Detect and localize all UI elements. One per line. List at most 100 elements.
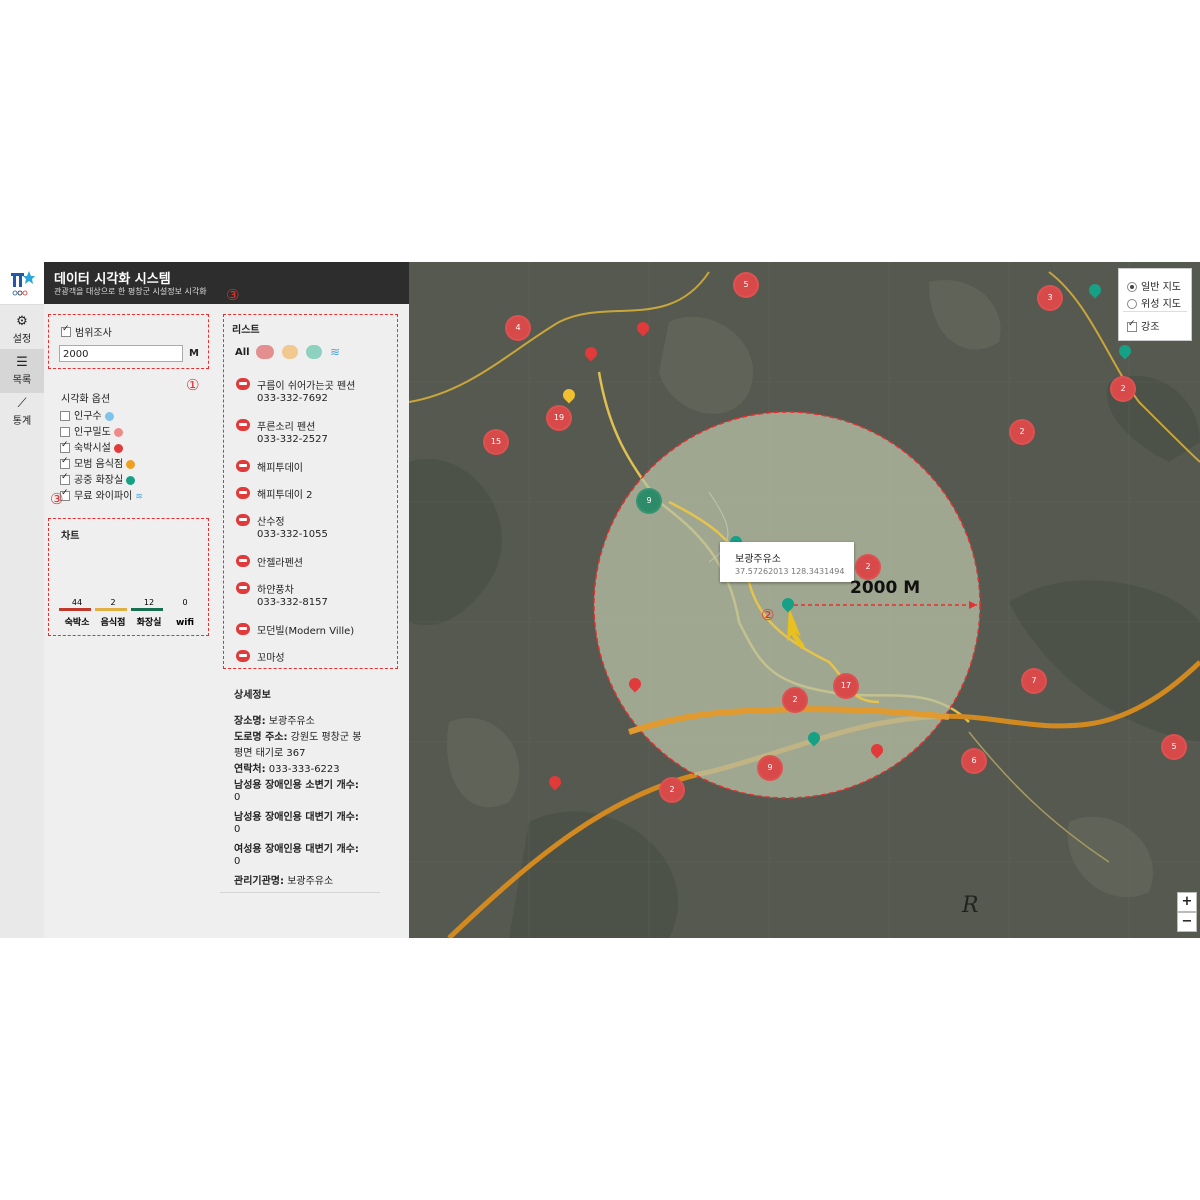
- cluster-marker[interactable]: 2: [1110, 376, 1136, 402]
- layer-option-satellite[interactable]: 위성 지도: [1127, 295, 1181, 310]
- list-item-phone: 033-332-2527: [257, 434, 328, 445]
- detail-label: 장소명:: [234, 716, 266, 727]
- radius-label: 2000 M: [850, 578, 921, 598]
- range-unit: M: [189, 348, 199, 359]
- cluster-marker[interactable]: 5: [733, 272, 759, 298]
- list-item-name: 모던빌(Modern Ville): [257, 626, 355, 637]
- filter-all[interactable]: All: [235, 347, 250, 358]
- cluster-marker[interactable]: 15: [483, 429, 509, 455]
- filter-restaurant-icon[interactable]: [282, 345, 298, 359]
- viz-option-lodging[interactable]: 숙박시설: [60, 439, 123, 454]
- cluster-marker[interactable]: 2: [782, 687, 808, 713]
- zoom-in-button[interactable]: +: [1177, 892, 1197, 912]
- detail-value: 보광주유소: [287, 876, 334, 887]
- zoom-out-button[interactable]: −: [1177, 912, 1197, 932]
- rail-item-label: 통계: [12, 416, 32, 427]
- viz-option-label: 숙박시설: [74, 443, 111, 454]
- toilet-cluster-marker[interactable]: 9: [636, 488, 662, 514]
- settings-panel: 범위조사 2000 M ① 시각화 옵션 인구수 인구밀도 숙박시설 모범 음식…: [44, 304, 215, 938]
- bed-icon: [236, 650, 250, 662]
- cluster-marker[interactable]: 19: [546, 405, 572, 431]
- viz-option-wifi[interactable]: 무료 와이파이≋: [60, 487, 143, 502]
- cluster-marker[interactable]: 9: [757, 755, 783, 781]
- list-item-phone: 033-332-7692: [257, 393, 328, 404]
- viz-option-label: 인구밀도: [74, 427, 111, 438]
- detail-label: 도로명 주소:: [234, 732, 288, 743]
- checkbox-icon: [61, 324, 71, 337]
- detail-agency: 관리기관명: 보광주유소: [234, 872, 333, 887]
- map-terrain: [409, 262, 1200, 938]
- restaurant-icon: [126, 459, 136, 469]
- annotation-2: ②: [761, 606, 775, 624]
- layer-option-normal[interactable]: 일반 지도: [1127, 278, 1181, 293]
- filter-lodging-icon[interactable]: [256, 345, 274, 359]
- list-panel: ③ 리스트 All ≋ 구름이 쉬어가는곳 펜션 033-332-7692 푸른소…: [214, 286, 409, 938]
- range-box: 범위조사 2000 M: [48, 314, 209, 369]
- checkbox-icon: [60, 472, 70, 485]
- chart-value-label: 44: [72, 598, 82, 607]
- chart-value-label: 2: [110, 598, 115, 607]
- detail-value: 보광주유소: [268, 716, 315, 727]
- list-icon: ☰: [16, 355, 28, 370]
- cluster-marker[interactable]: 17: [833, 673, 859, 699]
- detail-value: 033-333-6223: [268, 764, 340, 775]
- list-item-name: 꼬마성: [257, 653, 285, 664]
- detail-label: 남성용 장애인용 대변기 개수:: [234, 812, 359, 823]
- layer-option-label: 위성 지도: [1141, 299, 1181, 310]
- checkbox-icon: [60, 440, 70, 453]
- checkbox-icon: [60, 411, 70, 421]
- checkbox-icon: [1127, 319, 1137, 332]
- chart-category-label: 화장실: [137, 616, 162, 628]
- layer-option-label: 일반 지도: [1141, 282, 1181, 293]
- cluster-marker[interactable]: 7: [1021, 668, 1047, 694]
- layer-divider: [1123, 311, 1187, 312]
- cluster-marker[interactable]: 5: [1161, 734, 1187, 760]
- cluster-marker[interactable]: 2: [659, 777, 685, 803]
- viz-option-population[interactable]: 인구수: [60, 407, 114, 422]
- bed-icon: [113, 443, 123, 453]
- detail-divider: [220, 892, 380, 893]
- cluster-marker[interactable]: 6: [961, 748, 987, 774]
- highlight-toggle[interactable]: 강조: [1127, 318, 1159, 333]
- chart-bar: [131, 608, 163, 611]
- viz-option-toilet[interactable]: 공중 화장실: [60, 471, 136, 486]
- viz-option-restaurant[interactable]: 모범 음식점: [60, 455, 136, 470]
- rail-item-settings[interactable]: ⚙ 설정: [0, 308, 44, 352]
- cluster-marker[interactable]: 2: [1009, 419, 1035, 445]
- watermark-logo: R: [962, 893, 979, 918]
- cluster-marker[interactable]: 2: [855, 554, 881, 580]
- cluster-marker[interactable]: 3: [1037, 285, 1063, 311]
- chart-svg: 44 숙박소 2 음식점 12 화장실 0 wifi: [59, 598, 194, 628]
- detail-m-toilet-value: 0: [234, 824, 241, 835]
- annotation-3b: ③: [226, 286, 240, 304]
- rail-item-label: 목록: [12, 375, 32, 386]
- detail-place: 장소명: 보광주유소: [234, 712, 315, 727]
- range-input[interactable]: 2000: [59, 345, 183, 362]
- viz-option-density[interactable]: 인구밀도: [60, 423, 123, 438]
- wifi-icon: ≋: [135, 492, 143, 502]
- range-checkbox[interactable]: 범위조사: [61, 321, 112, 340]
- viz-title: 시각화 옵션: [61, 394, 111, 405]
- filter-wifi-icon[interactable]: ≋: [330, 345, 340, 359]
- rail-item-stats[interactable]: ⟋ 통계: [0, 390, 44, 434]
- range-label: 범위조사: [75, 328, 112, 339]
- checkbox-icon: [60, 427, 70, 437]
- app-title: 데이터 시각화 시스템: [54, 272, 171, 287]
- map-view[interactable]: 5 3 4 2 19 15 2 2 17 7 2 9 2 6 5 9 보광주유소…: [409, 262, 1200, 938]
- bed-icon: [236, 419, 250, 431]
- cluster-marker[interactable]: 4: [505, 315, 531, 341]
- viz-option-label: 인구수: [74, 411, 102, 422]
- viz-option-label: 모범 음식점: [74, 459, 124, 470]
- rail-item-list[interactable]: ☰ 목록: [0, 349, 44, 393]
- list-title: 리스트: [232, 325, 260, 336]
- viz-option-label: 무료 와이파이: [74, 491, 133, 502]
- density-icon: [113, 427, 123, 437]
- filter-toilet-icon[interactable]: [306, 345, 322, 359]
- popup-coords: 37.57262013 128.3431494: [735, 567, 845, 576]
- rail-item-label: 설정: [12, 334, 32, 345]
- list-item-phone: 033-332-1055: [257, 529, 328, 540]
- annotation-1: ①: [186, 376, 200, 394]
- chart-value-label: 12: [144, 598, 154, 607]
- detail-f-toilet-value: 0: [234, 856, 241, 867]
- detail-value: 강원도 평창군 봉: [290, 732, 362, 743]
